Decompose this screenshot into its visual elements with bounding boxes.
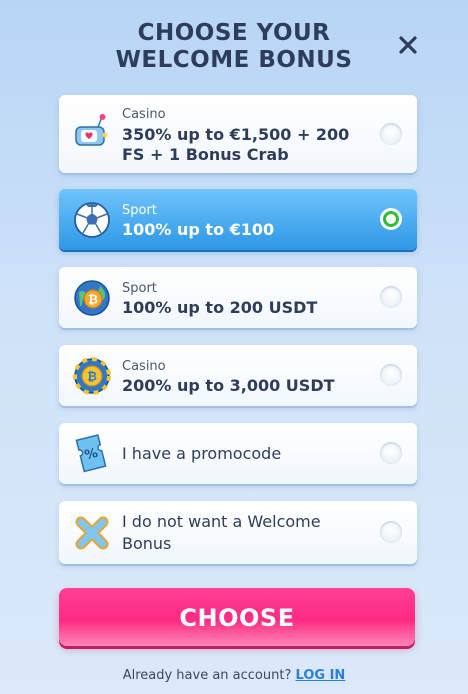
bonus-option-promocode[interactable]: % I have a promocode [59, 423, 417, 484]
option-radio[interactable] [380, 286, 402, 308]
option-radio-selected[interactable] [380, 208, 402, 230]
option-radio[interactable] [380, 364, 402, 386]
bonus-option-casino-usdt[interactable]: ₿ Casino 200% up to 3,000 USDT [59, 345, 417, 406]
option-title: I have a promocode [122, 444, 282, 463]
login-prompt-text: Already have an account? [122, 668, 292, 683]
svg-text:₿: ₿ [87, 370, 97, 384]
login-prompt: Already have an account? LOG IN [0, 668, 468, 683]
option-title: 100% up to 200 USDT [122, 298, 318, 317]
promo-ticket-icon: % [75, 434, 107, 473]
bitcoin-chip-icon: ₿ [73, 357, 111, 395]
option-title-line-2: Bonus [122, 534, 172, 553]
option-title: 200% up to 3,000 USDT [122, 376, 335, 395]
option-title-line-1: 350% up to €1,500 + 200 [122, 125, 350, 144]
option-title-line-2: FS + 1 Bonus Crab [122, 145, 289, 164]
option-radio[interactable] [380, 123, 402, 145]
soccer-ball-icon [74, 202, 110, 238]
svg-text:₿: ₿ [88, 293, 98, 307]
cross-icon [75, 516, 109, 550]
love-machine-icon [75, 114, 108, 146]
option-title-line-1: I do not want a Welcome [122, 512, 321, 531]
option-title: 100% up to €100 [122, 220, 275, 239]
bonus-option-sport-usdt[interactable]: ₿ Sport 100% up to 200 USDT [59, 267, 417, 328]
option-title: 350% up to €1,500 + 200 FS + 1 Bonus Cra… [122, 125, 372, 165]
option-category: Sport [122, 203, 157, 218]
option-radio[interactable] [380, 521, 402, 543]
option-radio[interactable] [380, 442, 402, 464]
option-title: I do not want a Welcome Bonus [122, 511, 372, 555]
option-category: Casino [122, 359, 166, 374]
option-category: Casino [122, 107, 166, 122]
login-link[interactable]: LOG IN [296, 668, 346, 683]
bonus-option-sport-100[interactable]: Sport 100% up to €100 [59, 189, 417, 250]
bitcoin-globe-icon: ₿ [74, 280, 110, 316]
option-category: Sport [122, 281, 157, 296]
bonus-option-casino-1500[interactable]: Casino 350% up to €1,500 + 200 FS + 1 Bo… [59, 95, 417, 173]
close-icon[interactable] [396, 33, 420, 57]
bonus-option-no-bonus[interactable]: I do not want a Welcome Bonus [59, 501, 417, 564]
choose-button[interactable]: CHOOSE [59, 588, 415, 646]
